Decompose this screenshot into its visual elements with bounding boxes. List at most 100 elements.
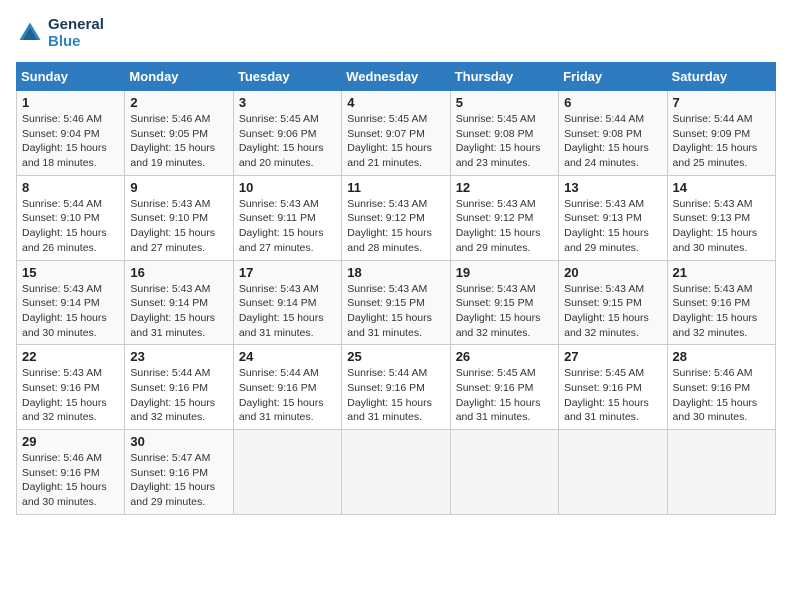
calendar-cell: 14 Sunrise: 5:43 AMSunset: 9:13 PMDaylig…	[667, 175, 775, 260]
day-detail: Sunrise: 5:43 AMSunset: 9:16 PMDaylight:…	[22, 366, 119, 425]
weekday-header-saturday: Saturday	[667, 63, 775, 91]
calendar-cell: 26 Sunrise: 5:45 AMSunset: 9:16 PMDaylig…	[450, 345, 558, 430]
day-detail: Sunrise: 5:43 AMSunset: 9:15 PMDaylight:…	[456, 282, 553, 341]
calendar-cell: 6 Sunrise: 5:44 AMSunset: 9:08 PMDayligh…	[559, 91, 667, 176]
weekday-header-friday: Friday	[559, 63, 667, 91]
day-number: 22	[22, 349, 119, 364]
day-detail: Sunrise: 5:43 AMSunset: 9:14 PMDaylight:…	[130, 282, 227, 341]
day-number: 14	[673, 180, 770, 195]
day-detail: Sunrise: 5:45 AMSunset: 9:07 PMDaylight:…	[347, 112, 444, 171]
day-number: 1	[22, 95, 119, 110]
calendar-cell: 10 Sunrise: 5:43 AMSunset: 9:11 PMDaylig…	[233, 175, 341, 260]
calendar-cell: 20 Sunrise: 5:43 AMSunset: 9:15 PMDaylig…	[559, 260, 667, 345]
calendar-cell: 3 Sunrise: 5:45 AMSunset: 9:06 PMDayligh…	[233, 91, 341, 176]
day-number: 11	[347, 180, 444, 195]
day-detail: Sunrise: 5:45 AMSunset: 9:16 PMDaylight:…	[564, 366, 661, 425]
day-number: 24	[239, 349, 336, 364]
day-detail: Sunrise: 5:46 AMSunset: 9:16 PMDaylight:…	[673, 366, 770, 425]
day-number: 9	[130, 180, 227, 195]
weekday-header-sunday: Sunday	[17, 63, 125, 91]
day-number: 25	[347, 349, 444, 364]
calendar-cell	[559, 430, 667, 515]
day-number: 28	[673, 349, 770, 364]
day-detail: Sunrise: 5:45 AMSunset: 9:06 PMDaylight:…	[239, 112, 336, 171]
calendar-table: SundayMondayTuesdayWednesdayThursdayFrid…	[16, 62, 776, 515]
day-detail: Sunrise: 5:43 AMSunset: 9:12 PMDaylight:…	[456, 197, 553, 256]
day-detail: Sunrise: 5:43 AMSunset: 9:11 PMDaylight:…	[239, 197, 336, 256]
day-number: 16	[130, 265, 227, 280]
day-number: 5	[456, 95, 553, 110]
calendar-cell: 22 Sunrise: 5:43 AMSunset: 9:16 PMDaylig…	[17, 345, 125, 430]
day-number: 20	[564, 265, 661, 280]
day-detail: Sunrise: 5:47 AMSunset: 9:16 PMDaylight:…	[130, 451, 227, 510]
day-detail: Sunrise: 5:43 AMSunset: 9:16 PMDaylight:…	[673, 282, 770, 341]
calendar-cell	[233, 430, 341, 515]
calendar-cell: 13 Sunrise: 5:43 AMSunset: 9:13 PMDaylig…	[559, 175, 667, 260]
day-number: 3	[239, 95, 336, 110]
calendar-cell: 1 Sunrise: 5:46 AMSunset: 9:04 PMDayligh…	[17, 91, 125, 176]
day-detail: Sunrise: 5:43 AMSunset: 9:12 PMDaylight:…	[347, 197, 444, 256]
logo-icon	[16, 19, 44, 47]
logo: General Blue	[16, 16, 104, 50]
calendar-cell: 29 Sunrise: 5:46 AMSunset: 9:16 PMDaylig…	[17, 430, 125, 515]
weekday-header-wednesday: Wednesday	[342, 63, 450, 91]
week-row-5: 29 Sunrise: 5:46 AMSunset: 9:16 PMDaylig…	[17, 430, 776, 515]
calendar-cell: 2 Sunrise: 5:46 AMSunset: 9:05 PMDayligh…	[125, 91, 233, 176]
calendar-cell: 8 Sunrise: 5:44 AMSunset: 9:10 PMDayligh…	[17, 175, 125, 260]
day-detail: Sunrise: 5:43 AMSunset: 9:10 PMDaylight:…	[130, 197, 227, 256]
day-detail: Sunrise: 5:43 AMSunset: 9:14 PMDaylight:…	[239, 282, 336, 341]
day-number: 29	[22, 434, 119, 449]
day-number: 10	[239, 180, 336, 195]
day-detail: Sunrise: 5:44 AMSunset: 9:16 PMDaylight:…	[239, 366, 336, 425]
calendar-cell: 16 Sunrise: 5:43 AMSunset: 9:14 PMDaylig…	[125, 260, 233, 345]
day-number: 26	[456, 349, 553, 364]
day-detail: Sunrise: 5:46 AMSunset: 9:05 PMDaylight:…	[130, 112, 227, 171]
calendar-cell	[667, 430, 775, 515]
day-detail: Sunrise: 5:44 AMSunset: 9:16 PMDaylight:…	[347, 366, 444, 425]
day-detail: Sunrise: 5:43 AMSunset: 9:13 PMDaylight:…	[673, 197, 770, 256]
day-number: 6	[564, 95, 661, 110]
calendar-cell: 24 Sunrise: 5:44 AMSunset: 9:16 PMDaylig…	[233, 345, 341, 430]
weekday-header-row: SundayMondayTuesdayWednesdayThursdayFrid…	[17, 63, 776, 91]
week-row-3: 15 Sunrise: 5:43 AMSunset: 9:14 PMDaylig…	[17, 260, 776, 345]
day-detail: Sunrise: 5:46 AMSunset: 9:04 PMDaylight:…	[22, 112, 119, 171]
day-detail: Sunrise: 5:43 AMSunset: 9:13 PMDaylight:…	[564, 197, 661, 256]
calendar-cell: 5 Sunrise: 5:45 AMSunset: 9:08 PMDayligh…	[450, 91, 558, 176]
day-detail: Sunrise: 5:45 AMSunset: 9:08 PMDaylight:…	[456, 112, 553, 171]
day-number: 30	[130, 434, 227, 449]
day-detail: Sunrise: 5:44 AMSunset: 9:08 PMDaylight:…	[564, 112, 661, 171]
calendar-cell: 9 Sunrise: 5:43 AMSunset: 9:10 PMDayligh…	[125, 175, 233, 260]
day-number: 15	[22, 265, 119, 280]
calendar-cell	[450, 430, 558, 515]
calendar-cell: 25 Sunrise: 5:44 AMSunset: 9:16 PMDaylig…	[342, 345, 450, 430]
calendar-cell: 28 Sunrise: 5:46 AMSunset: 9:16 PMDaylig…	[667, 345, 775, 430]
day-number: 4	[347, 95, 444, 110]
calendar-cell	[342, 430, 450, 515]
day-detail: Sunrise: 5:44 AMSunset: 9:09 PMDaylight:…	[673, 112, 770, 171]
day-number: 19	[456, 265, 553, 280]
day-number: 12	[456, 180, 553, 195]
week-row-4: 22 Sunrise: 5:43 AMSunset: 9:16 PMDaylig…	[17, 345, 776, 430]
calendar-cell: 15 Sunrise: 5:43 AMSunset: 9:14 PMDaylig…	[17, 260, 125, 345]
calendar-cell: 21 Sunrise: 5:43 AMSunset: 9:16 PMDaylig…	[667, 260, 775, 345]
calendar-cell: 4 Sunrise: 5:45 AMSunset: 9:07 PMDayligh…	[342, 91, 450, 176]
day-number: 13	[564, 180, 661, 195]
calendar-cell: 7 Sunrise: 5:44 AMSunset: 9:09 PMDayligh…	[667, 91, 775, 176]
day-number: 7	[673, 95, 770, 110]
weekday-header-monday: Monday	[125, 63, 233, 91]
calendar-cell: 30 Sunrise: 5:47 AMSunset: 9:16 PMDaylig…	[125, 430, 233, 515]
day-detail: Sunrise: 5:43 AMSunset: 9:14 PMDaylight:…	[22, 282, 119, 341]
day-number: 21	[673, 265, 770, 280]
day-detail: Sunrise: 5:45 AMSunset: 9:16 PMDaylight:…	[456, 366, 553, 425]
calendar-cell: 11 Sunrise: 5:43 AMSunset: 9:12 PMDaylig…	[342, 175, 450, 260]
calendar-cell: 17 Sunrise: 5:43 AMSunset: 9:14 PMDaylig…	[233, 260, 341, 345]
day-number: 23	[130, 349, 227, 364]
calendar-cell: 12 Sunrise: 5:43 AMSunset: 9:12 PMDaylig…	[450, 175, 558, 260]
week-row-2: 8 Sunrise: 5:44 AMSunset: 9:10 PMDayligh…	[17, 175, 776, 260]
day-detail: Sunrise: 5:44 AMSunset: 9:16 PMDaylight:…	[130, 366, 227, 425]
day-number: 27	[564, 349, 661, 364]
calendar-cell: 27 Sunrise: 5:45 AMSunset: 9:16 PMDaylig…	[559, 345, 667, 430]
day-number: 2	[130, 95, 227, 110]
day-detail: Sunrise: 5:46 AMSunset: 9:16 PMDaylight:…	[22, 451, 119, 510]
day-detail: Sunrise: 5:44 AMSunset: 9:10 PMDaylight:…	[22, 197, 119, 256]
